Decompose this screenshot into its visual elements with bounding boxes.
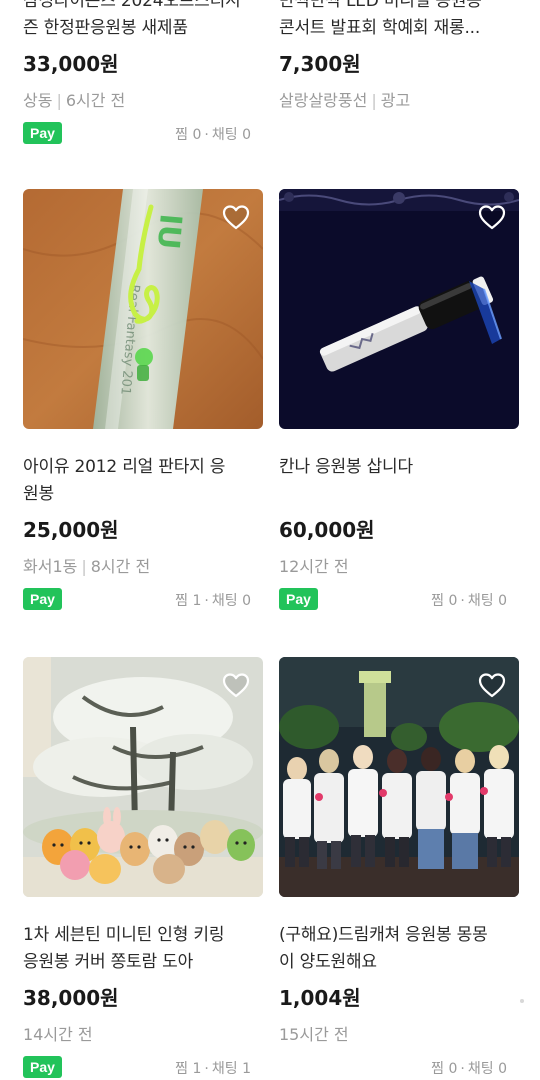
engagement-counts: 찜 0 · 채팅 0 [431,593,507,609]
product-meta: 12시간 전 [279,555,519,579]
product-title: 아이유 2012 리얼 판타지 응 원봉 [23,457,226,504]
product-footer: Pay 찜 0 · 채팅 0 [23,122,263,146]
product-price: 33,000원 [23,52,119,76]
heart-outline-icon[interactable] [477,203,507,231]
pay-badge: Pay [23,122,62,144]
product-meta: 14시간 전 [23,1023,263,1047]
time-label: 8시간 전 [90,557,151,576]
engagement-counts: 찜 0 · 채팅 0 [175,127,251,143]
ad-label: 광고 [380,91,411,110]
product-title: 반짝반짝 LED 미니일 응원봉 콘서트 발표회 학예회 재롱... [279,0,482,38]
scroll-indicator [520,999,524,1003]
product-thumbnail[interactable] [279,189,519,429]
product-price: 38,000원 [23,986,119,1010]
product-meta: 상동 | 6시간 전 [23,91,126,110]
product-footer: Pay 찜 1 · 채팅 0 [23,588,263,612]
product-title: 삼성라이온즈 2024오프스티시 즌 한정판응원봉 새제품 [23,0,241,38]
product-meta: 살랑살랑풍선 | 광고 [279,91,411,110]
product-title: 칸나 응원봉 삽니다 [279,457,413,477]
product-footer: Pay 찜 1 · 채팅 1 [23,1056,263,1080]
product-card-2[interactable]: 반짝반짝 LED 미니일 응원봉 콘서트 발표회 학예회 재롱... 7,300… [279,0,519,113]
product-price: 25,000원 [23,518,119,542]
product-title: (구해요)드림캐쳐 응원봉 몽몽 이 양도원해요 [279,925,488,972]
pay-badge: Pay [23,1056,62,1078]
product-footer: Pay 찜 0 · 채팅 0 [279,588,519,612]
product-card-1[interactable]: 삼성라이온즈 2024오프스티시 즌 한정판응원봉 새제품 33,000원 상동… [23,0,263,146]
heart-outline-icon[interactable] [221,671,251,699]
product-meta: 화서1동 | 8시간 전 [23,557,151,576]
product-title: 1차 세븐틴 미니틴 인형 키링 응원봉 커버 쫑토람 도아 [23,925,225,972]
product-thumbnail[interactable] [23,657,263,897]
product-price: 1,004원 [279,986,361,1010]
engagement-counts: 찜 1 · 채팅 0 [175,593,251,609]
product-thumbnail[interactable] [279,657,519,897]
product-footer: 찜 0 · 채팅 0 [279,1056,519,1080]
time-label: 14시간 전 [23,1025,93,1044]
location-label: 상동 [23,91,53,110]
heart-outline-icon[interactable] [477,671,507,699]
seller-label: 살랑살랑풍선 [279,91,368,110]
time-label: 6시간 전 [65,91,126,110]
product-price: 7,300원 [279,52,361,76]
product-meta: 15시간 전 [279,1023,519,1047]
pay-badge: Pay [23,588,62,610]
heart-outline-icon[interactable] [221,203,251,231]
time-label: 12시간 전 [279,557,349,576]
product-price: 60,000원 [279,518,375,542]
engagement-counts: 찜 1 · 채팅 1 [175,1061,251,1077]
time-label: 15시간 전 [279,1025,349,1044]
svg-text:IU: IU [150,212,188,250]
product-thumbnail[interactable]: IU Real Fantasy 201 [23,189,263,429]
pay-badge: Pay [279,588,318,610]
location-label: 화서1동 [23,557,78,576]
engagement-counts: 찜 0 · 채팅 0 [431,1061,507,1077]
